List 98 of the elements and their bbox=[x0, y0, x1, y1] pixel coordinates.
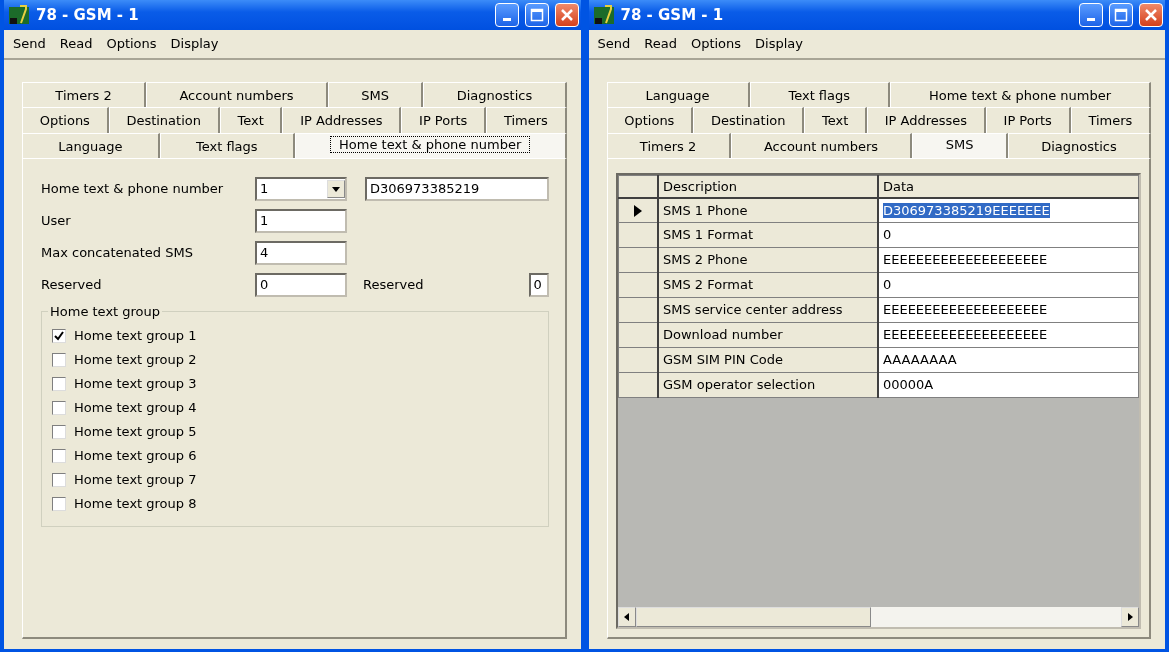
checkbox-label[interactable]: Home text group 5 bbox=[74, 422, 197, 442]
checkmark-icon bbox=[54, 331, 64, 341]
column-header: Description bbox=[658, 175, 878, 198]
tab[interactable]: Text flags bbox=[749, 81, 890, 107]
table-cell[interactable]: D306973385219EEEEEEE bbox=[883, 202, 1050, 218]
tab[interactable]: Home text & phone number bbox=[890, 81, 1151, 107]
menu-item[interactable]: Display bbox=[163, 33, 226, 55]
tab[interactable]: Diagnostics bbox=[1007, 132, 1152, 158]
checkbox[interactable] bbox=[52, 425, 66, 439]
tab[interactable]: Options bbox=[606, 107, 694, 133]
horizontal-scrollbar[interactable] bbox=[617, 607, 1139, 627]
minimize-icon bbox=[502, 17, 511, 21]
maximize-icon bbox=[1114, 8, 1128, 22]
dropdown-arrow-icon bbox=[332, 186, 340, 192]
table-cell: SMS service center address bbox=[658, 297, 878, 323]
minimize-button[interactable] bbox=[1079, 3, 1103, 27]
table-cell[interactable]: 0 bbox=[883, 227, 892, 243]
table-cell: GSM SIM PIN Code bbox=[658, 347, 878, 373]
field-label: Max concatenated SMS bbox=[41, 244, 194, 263]
tab[interactable]: Text flags bbox=[159, 132, 295, 158]
row-pointer-icon bbox=[633, 205, 642, 217]
table-cell: GSM operator selection bbox=[658, 372, 878, 398]
field-label: User bbox=[41, 212, 72, 231]
app-icon bbox=[592, 4, 615, 26]
menu-item[interactable]: Read bbox=[637, 33, 684, 55]
tab[interactable]: Language bbox=[606, 81, 750, 107]
tab[interactable]: Options bbox=[22, 107, 109, 133]
checkbox-label[interactable]: Home text group 7 bbox=[74, 470, 197, 490]
checkbox[interactable] bbox=[52, 449, 66, 463]
scroll-left-icon bbox=[624, 613, 629, 621]
table-cell: SMS 2 Phone bbox=[658, 247, 878, 273]
tab[interactable]: Diagnostics bbox=[423, 81, 567, 107]
field-label: Home text & phone number bbox=[41, 180, 225, 199]
tab[interactable]: IP Addresses bbox=[867, 107, 986, 133]
table-cell[interactable]: 0 bbox=[883, 277, 892, 293]
checkbox-label[interactable]: Home text group 6 bbox=[74, 446, 197, 466]
tab[interactable]: SMS bbox=[912, 132, 1008, 158]
table-cell[interactable]: AAAAAAAA bbox=[883, 352, 957, 368]
tab[interactable]: Timers bbox=[1070, 107, 1152, 133]
tab[interactable]: IP Ports bbox=[985, 107, 1071, 133]
tab[interactable]: Text bbox=[219, 107, 283, 133]
checkbox[interactable] bbox=[52, 473, 66, 487]
window-title: 78 - GSM - 1 bbox=[620, 4, 725, 26]
table-cell: SMS 2 Format bbox=[658, 272, 878, 298]
tab[interactable]: Account numbers bbox=[730, 132, 913, 158]
dropdown[interactable]: 1 bbox=[255, 177, 347, 201]
menu-item[interactable]: Display bbox=[748, 33, 810, 55]
window-title: 78 - GSM - 1 bbox=[36, 4, 140, 26]
menu-item[interactable]: Send bbox=[590, 33, 638, 55]
input-field[interactable]: D306973385219 bbox=[365, 177, 549, 201]
close-icon bbox=[1144, 8, 1158, 22]
input-field[interactable]: 4 bbox=[255, 241, 347, 265]
maximize-button[interactable] bbox=[524, 3, 549, 27]
tab[interactable]: Destination bbox=[108, 107, 220, 133]
column-header: Data bbox=[878, 175, 1139, 198]
checkbox-label[interactable]: Home text group 4 bbox=[74, 398, 197, 418]
checkbox[interactable] bbox=[52, 377, 66, 391]
tab[interactable]: Timers bbox=[486, 107, 567, 133]
tab[interactable]: Account numbers bbox=[146, 81, 328, 107]
checkbox-label[interactable]: Home text group 2 bbox=[74, 350, 197, 370]
field-label: Reserved bbox=[363, 276, 424, 295]
checkbox-label[interactable]: Home text group 1 bbox=[74, 326, 197, 346]
tab[interactable]: SMS bbox=[327, 81, 424, 107]
close-icon bbox=[559, 8, 574, 22]
input-field[interactable]: 0 bbox=[255, 273, 347, 297]
tab[interactable]: Timers 2 bbox=[606, 132, 731, 158]
minimize-button[interactable] bbox=[494, 3, 519, 27]
close-button[interactable] bbox=[554, 3, 579, 27]
tab[interactable]: Timers 2 bbox=[22, 81, 147, 107]
tab[interactable]: Text bbox=[804, 107, 867, 133]
menu-item[interactable]: Read bbox=[52, 33, 100, 55]
table-cell: Download number bbox=[658, 322, 878, 348]
tab[interactable]: Language bbox=[22, 132, 160, 158]
field-label: Reserved bbox=[41, 276, 103, 295]
tab[interactable]: IP Ports bbox=[401, 107, 487, 133]
checkbox[interactable] bbox=[52, 401, 66, 415]
table-cell: SMS 1 Phone bbox=[658, 197, 878, 223]
input-field[interactable]: 0 bbox=[528, 273, 549, 297]
minimize-icon bbox=[1087, 17, 1095, 21]
scroll-right-icon bbox=[1127, 613, 1133, 621]
checkbox[interactable] bbox=[52, 329, 66, 343]
maximize-icon bbox=[529, 8, 544, 22]
close-button[interactable] bbox=[1139, 3, 1163, 27]
checkbox[interactable] bbox=[52, 353, 66, 367]
checkbox[interactable] bbox=[52, 497, 66, 511]
maximize-button[interactable] bbox=[1109, 3, 1133, 27]
menu-item[interactable]: Send bbox=[6, 33, 53, 55]
checkbox-label[interactable]: Home text group 3 bbox=[74, 374, 197, 394]
tab[interactable]: Home text & phone number bbox=[294, 132, 567, 158]
tab[interactable]: Destination bbox=[693, 107, 805, 133]
checkbox-label[interactable]: Home text group 8 bbox=[74, 494, 197, 514]
table-cell[interactable]: 00000A bbox=[883, 377, 934, 393]
tab[interactable]: IP Addresses bbox=[282, 107, 402, 133]
menu-item[interactable]: Options bbox=[683, 33, 749, 55]
table-cell: SMS 1 Format bbox=[658, 222, 878, 248]
menu-item[interactable]: Options bbox=[99, 33, 164, 55]
app-icon bbox=[8, 4, 30, 26]
input-field[interactable]: 1 bbox=[255, 209, 347, 233]
